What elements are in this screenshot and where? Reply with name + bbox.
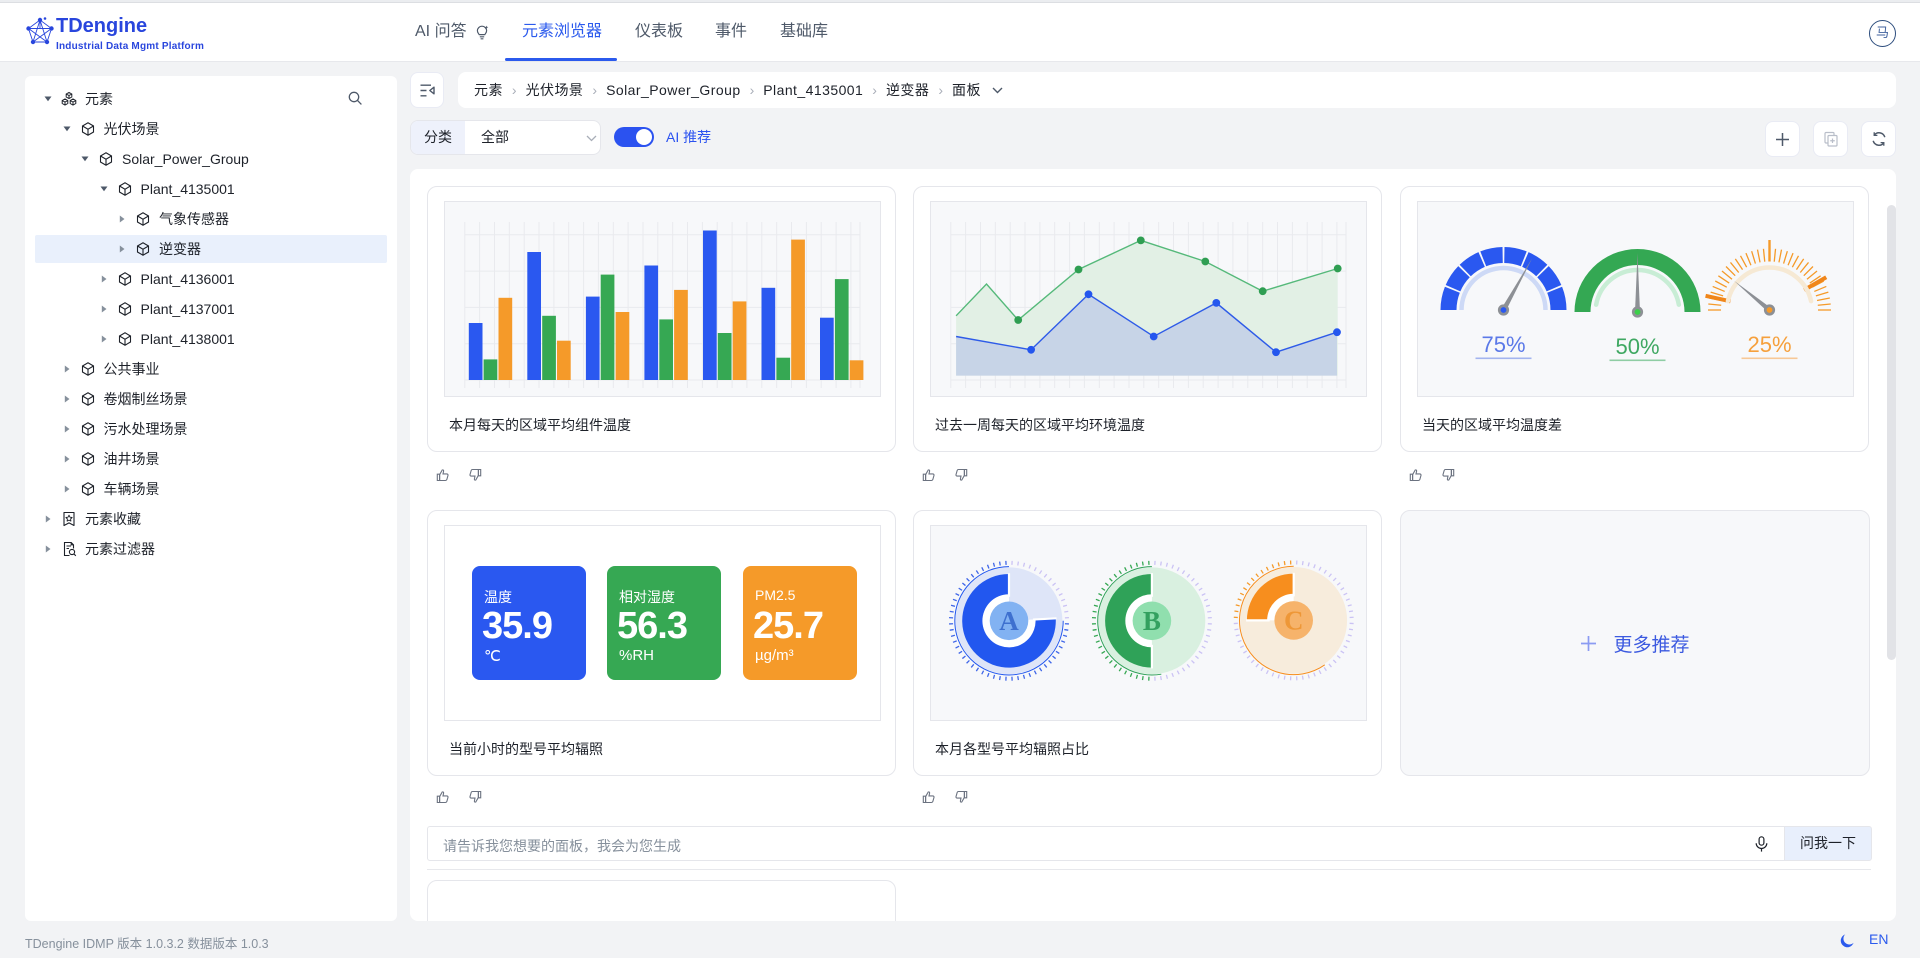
svg-text:B: B	[1143, 606, 1161, 636]
svg-text:75%: 75%	[1481, 332, 1525, 357]
svg-text:C: C	[1284, 605, 1304, 635]
svg-text:50%: 50%	[1615, 334, 1659, 359]
svg-text:25%: 25%	[1747, 332, 1791, 357]
svg-text:A: A	[999, 606, 1019, 636]
